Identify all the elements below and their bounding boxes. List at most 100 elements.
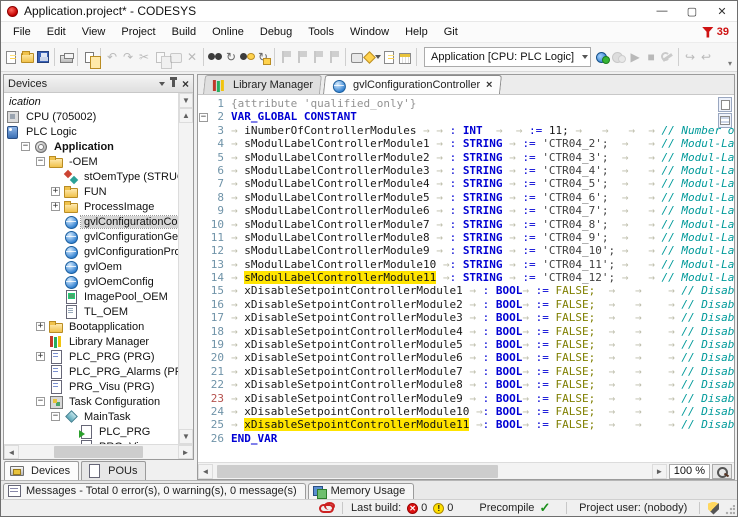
code-line-14[interactable]: 14→ sModulLabelControllerModule11 →: STR…	[198, 271, 734, 284]
project-user[interactable]: Project user: (nobody)	[575, 502, 691, 514]
menu-tools[interactable]: Tools	[300, 24, 342, 40]
code-line-13[interactable]: 13→ sModulLabelControllerModule10 →: STR…	[198, 258, 734, 271]
code-line-11[interactable]: 11→ sModulLabelControllerModule8 → : STR…	[198, 231, 734, 244]
print-button[interactable]	[58, 45, 74, 69]
code-line-22[interactable]: 22→ xDisableSetpointControllerModule8 → …	[198, 378, 734, 391]
pin-icon[interactable]	[172, 80, 175, 87]
tree-item-bootapplication[interactable]: +Bootapplication	[4, 319, 178, 334]
code-line-9[interactable]: 9→ sModulLabelControllerModule6 → : STRI…	[198, 204, 734, 217]
menu-git[interactable]: Git	[436, 24, 466, 40]
scroll-left-icon[interactable]: ◄	[198, 464, 213, 479]
save-project-button[interactable]	[35, 45, 51, 69]
stop-button[interactable]: ■	[643, 45, 659, 69]
undo-button[interactable]: ↶	[104, 45, 120, 69]
scrollbar-thumb[interactable]	[217, 465, 498, 478]
tree-item-plc-prg-alarms-prg-[interactable]: PLC_PRG_Alarms (PRG)	[4, 364, 178, 379]
messages-tab[interactable]: Messages - Total 0 error(s), 0 warning(s…	[3, 483, 306, 499]
tree-horizontal-scrollbar[interactable]: ◄ ►	[4, 444, 193, 459]
blank-page-button[interactable]	[381, 45, 397, 69]
message-filter-icon[interactable]	[702, 27, 714, 38]
tree-item-task-configuration[interactable]: −Task Configuration	[4, 394, 178, 409]
code-line-7[interactable]: 7→ sModulLabelControllerModule4 → : STRI…	[198, 177, 734, 190]
chevron-down-icon[interactable]	[582, 55, 588, 59]
tree-item-imagepool-oem[interactable]: ImagePool_OEM	[4, 289, 178, 304]
tree-item-application[interactable]: −Application	[4, 139, 178, 154]
scroll-right-icon[interactable]: ►	[652, 464, 667, 479]
build-wrench-button[interactable]	[659, 45, 675, 69]
copy-button[interactable]	[152, 45, 168, 69]
menu-window[interactable]: Window	[342, 24, 397, 40]
code-line-12[interactable]: 12→ sModulLabelControllerModule9 → : STR…	[198, 244, 734, 257]
editor-grid-button[interactable]	[718, 113, 732, 128]
clear-bookmarks-button[interactable]	[326, 45, 342, 69]
login-button[interactable]	[595, 45, 611, 69]
replace-button[interactable]: ↻	[223, 45, 239, 69]
tree-item-gvlconfigurationgenerator[interactable]: gvlConfigurationGenerator	[4, 229, 178, 244]
code-line-15[interactable]: 15→ xDisableSetpointControllerModule1 → …	[198, 284, 734, 297]
replace-in-project-button[interactable]: ↻	[255, 45, 271, 69]
collapse-icon[interactable]: −	[51, 412, 60, 421]
menu-online[interactable]: Online	[204, 24, 252, 40]
find-button[interactable]	[207, 45, 223, 69]
expand-icon[interactable]: +	[36, 352, 45, 361]
tree-filter-dropdown[interactable]: ▼	[179, 93, 193, 108]
tree-item-cpu-705002-[interactable]: CPU (705002)	[4, 109, 178, 124]
close-button[interactable]: ✕	[707, 1, 737, 21]
expand-icon[interactable]: +	[36, 322, 45, 331]
panel-menu-icon[interactable]	[159, 82, 165, 86]
next-bookmark-button[interactable]	[310, 45, 326, 69]
cut-button[interactable]: ✂	[136, 45, 152, 69]
code-line-1[interactable]: 1{attribute 'qualified_only'}	[198, 97, 734, 110]
expand-icon[interactable]: +	[51, 187, 60, 196]
expand-icon[interactable]: +	[51, 202, 60, 211]
tree-item-plc-prg[interactable]: PLC_PRG	[4, 424, 178, 439]
code-line-19[interactable]: 19→ xDisableSetpointControllerModule5 → …	[198, 338, 734, 351]
editor-tab-library-manager[interactable]: Library Manager	[203, 75, 322, 94]
delete-button[interactable]: ✕	[184, 45, 200, 69]
menu-view[interactable]: View	[74, 24, 114, 40]
code-line-24[interactable]: 24→ xDisableSetpointControllerModule10 →…	[198, 405, 734, 418]
tree-item-gvlconfigurationcontroller[interactable]: gvlConfigurationController	[4, 214, 178, 229]
scroll-down-icon[interactable]: ▼	[179, 429, 193, 444]
code-line-4[interactable]: 4→ sModulLabelControllerModule1 → : STRI…	[198, 137, 734, 150]
start-button[interactable]: ▶	[627, 45, 643, 69]
tree-item-prg-visu-prg-[interactable]: PRG_Visu (PRG)	[4, 379, 178, 394]
code-line-10[interactable]: 10→ sModulLabelControllerModule7 → : STR…	[198, 218, 734, 231]
code-line-16[interactable]: 16→ xDisableSetpointControllerModule2 → …	[198, 298, 734, 311]
code-line-21[interactable]: 21→ xDisableSetpointControllerModule7 → …	[198, 365, 734, 378]
bookmark-button[interactable]	[278, 45, 294, 69]
scrollbar-thumb[interactable]	[54, 446, 143, 458]
tree-item-plc-prg-prg-[interactable]: +PLC_PRG (PRG)	[4, 349, 178, 364]
collapse-icon[interactable]: −	[36, 157, 45, 166]
menu-edit[interactable]: Edit	[39, 24, 74, 40]
tree-item-processimage[interactable]: +ProcessImage	[4, 199, 178, 214]
editor-tab-gvlconfigurationcontroller[interactable]: gvlConfigurationController×	[323, 75, 502, 94]
code-line-20[interactable]: 20→ xDisableSetpointControllerModule6 → …	[198, 351, 734, 364]
scroll-left-icon[interactable]: ◄	[4, 445, 19, 459]
resize-grip[interactable]	[725, 505, 735, 515]
code-line-26[interactable]: 26END_VAR	[198, 432, 734, 445]
code-line-3[interactable]: 3→ iNumberOfControllerModules → → : INT …	[198, 124, 734, 137]
step-into-button[interactable]: ↩	[698, 45, 714, 69]
tree-item-library-manager[interactable]: Library Manager	[4, 334, 178, 349]
editor-zoom-level[interactable]: 100 %	[669, 464, 710, 479]
code-line-2[interactable]: −2VAR_GLOBAL CONSTANT	[198, 110, 734, 123]
menu-debug[interactable]: Debug	[252, 24, 300, 40]
scroll-up-icon[interactable]: ▲	[179, 108, 193, 123]
view-tab-devices[interactable]: Devices	[4, 461, 79, 480]
code-line-23[interactable]: 23→ xDisableSetpointControllerModule9 → …	[198, 392, 734, 405]
memory-usage-tab[interactable]: Memory Usage	[308, 483, 415, 499]
editor-annotation-button[interactable]	[718, 97, 732, 112]
editor-horizontal-scrollbar[interactable]: ◄ ►	[198, 464, 667, 479]
view-tab-pous[interactable]: POUs	[81, 461, 146, 480]
tree-vertical-scrollbar[interactable]: ▼ ▲ ▼	[178, 93, 193, 444]
tab-close-icon[interactable]: ×	[486, 79, 492, 91]
code-line-17[interactable]: 17→ xDisableSetpointControllerModule3 → …	[198, 311, 734, 324]
collapse-icon[interactable]: −	[36, 397, 45, 406]
redo-button[interactable]: ↷	[120, 45, 136, 69]
find-in-project-button[interactable]	[239, 45, 255, 69]
toolbar-overflow-button[interactable]: ▾	[725, 46, 735, 68]
paste-button[interactable]	[168, 45, 184, 69]
code-line-25[interactable]: 25→ xDisableSetpointControllerModule11 →…	[198, 418, 734, 431]
tree-item-gvloemconfig[interactable]: gvlOemConfig	[4, 274, 178, 289]
